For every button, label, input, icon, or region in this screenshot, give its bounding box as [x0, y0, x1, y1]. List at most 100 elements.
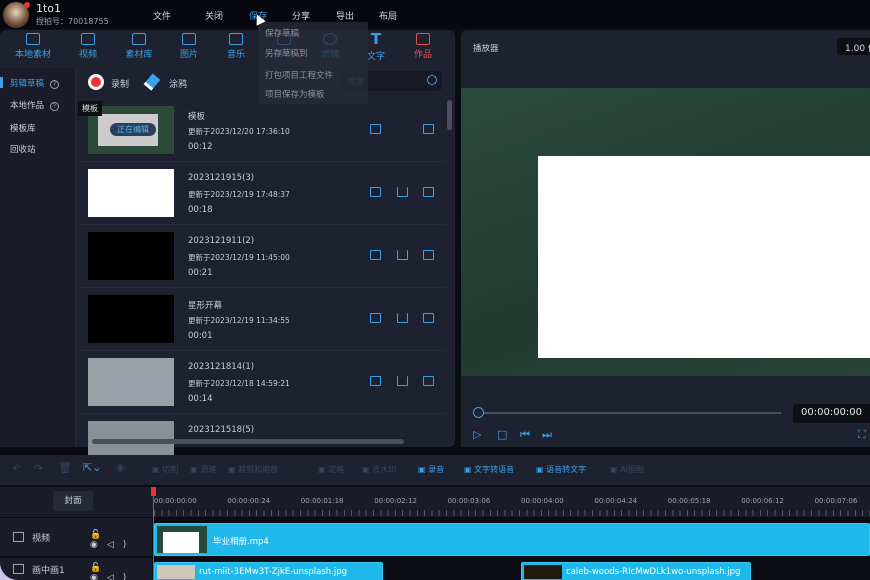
ruler-ticks — [154, 510, 870, 516]
draft-thumbnail[interactable] — [88, 358, 174, 406]
menu-layout[interactable]: 布局 — [379, 9, 397, 22]
folder-icon[interactable] — [423, 376, 434, 386]
fullscreen-icon[interactable]: ⛶ — [858, 428, 866, 442]
prev-frame-icon[interactable]: ⏮ — [520, 428, 530, 442]
tool-local-media[interactable]: 本地素材 — [6, 33, 60, 60]
speed-select[interactable]: 1.00 倍 — [837, 38, 870, 55]
play-icon[interactable]: ▷ — [473, 428, 481, 441]
timeline-tool[interactable]: ▣ 语音转文字 — [536, 464, 586, 475]
timeline-tool[interactable]: ▣ 切割 — [152, 464, 178, 475]
trash-icon[interactable]: 🗑 — [58, 461, 72, 474]
pip-clip[interactable]: rut-miit-3EMw3T-ZjkE-unsplash.jpg — [154, 562, 383, 580]
menu-export[interactable]: 导出 — [336, 9, 354, 22]
preview-frame — [538, 156, 870, 358]
menu-file[interactable]: 文件 — [153, 9, 171, 22]
draft-thumbnail[interactable] — [88, 169, 174, 217]
help-icon[interactable]: ? — [50, 102, 60, 111]
menu-share[interactable]: 分享 — [292, 9, 310, 22]
eye-icon[interactable]: ◉ — [90, 573, 107, 580]
tool-image[interactable]: 图片 — [167, 33, 211, 60]
player-title: 播放器 — [473, 44, 499, 54]
draw-button[interactable]: 涂鸦 — [169, 77, 187, 90]
video-clip[interactable]: 毕业相册.mp4 — [154, 523, 870, 556]
vertical-scrollbar[interactable] — [447, 100, 452, 130]
track-controls[interactable]: 🔓◉◁) — [90, 563, 152, 580]
progress-bar[interactable] — [478, 412, 781, 414]
menu-item-save-template[interactable]: 项目保存为模板 — [265, 88, 325, 100]
search-icon[interactable] — [427, 75, 437, 85]
menu-close[interactable]: 关闭 — [205, 9, 223, 22]
sidebar-item-recycle[interactable]: 回收站 — [10, 143, 36, 155]
cover-button[interactable]: 封面 — [53, 491, 93, 511]
timeline-tool[interactable]: ▣ 调速 — [190, 464, 216, 475]
timeline-tool[interactable]: ▣ 裁剪和缩放 — [228, 464, 278, 475]
playhead[interactable] — [153, 487, 154, 580]
horizontal-scrollbar[interactable] — [92, 439, 404, 444]
lock-icon[interactable]: 🔓 — [90, 563, 110, 573]
next-frame-icon[interactable]: ⏭ — [542, 428, 552, 442]
draft-item[interactable]: 2023121915(3) 更新于2023/12/19 17:48:37 00:… — [77, 163, 447, 225]
draft-item[interactable]: 星形开幕 更新于2023/12/19 11:34:55 00:01 — [77, 289, 447, 351]
menu-item-save-draft[interactable]: 保存草稿 — [265, 27, 299, 39]
tool-video[interactable]: 视频 — [66, 33, 110, 60]
draft-thumbnail[interactable] — [88, 232, 174, 280]
playhead-handle[interactable] — [151, 487, 156, 496]
folder-icon[interactable] — [423, 250, 434, 260]
timeline-tool[interactable]: ▣ 定格 — [318, 464, 344, 475]
sidebar-item-drafts[interactable]: 剪辑草稿? — [10, 77, 60, 89]
tool-library[interactable]: 素材库 — [117, 33, 161, 60]
record-button[interactable]: 录制 — [111, 77, 129, 90]
undo-icon[interactable]: ↶ — [12, 462, 21, 475]
folder-icon[interactable] — [423, 313, 434, 323]
menu-item-save-as[interactable]: 另存草稿到 — [265, 47, 308, 59]
edit-icon[interactable] — [370, 250, 381, 260]
pointer-icon[interactable]: ⇱⌄ — [83, 461, 101, 474]
pip-clip[interactable]: caleb-woods-RIcMwDLk1wo-unsplash.jpg — [521, 562, 751, 580]
edit-icon[interactable] — [370, 124, 381, 134]
redo-icon[interactable]: ↷ — [34, 462, 43, 475]
share-icon[interactable] — [397, 313, 408, 323]
player-controls: 00:00:00:00 ▷ □ ⏮ ⏭ ⛶ — [461, 376, 870, 447]
draft-thumbnail[interactable] — [88, 295, 174, 343]
eye-icon[interactable]: ◉ — [90, 540, 107, 550]
volume-icon[interactable]: ◁) — [107, 573, 135, 580]
notification-dot — [24, 2, 30, 8]
draft-item[interactable]: 正在编辑 模板 更新于2023/12/20 17:36:10 00:12 — [77, 100, 447, 162]
editing-badge: 正在编辑 — [110, 123, 156, 136]
progress-knob[interactable] — [473, 407, 484, 418]
share-icon[interactable] — [397, 250, 408, 260]
draft-item[interactable]: 2023121911(2) 更新于2023/12/19 11:45:00 00:… — [77, 226, 447, 288]
draft-item[interactable]: 2023121814(1) 更新于2023/12/18 14:59:21 00:… — [77, 352, 447, 414]
help-icon[interactable]: ? — [50, 80, 60, 89]
timeline-tool[interactable]: ▣ 录音 — [418, 464, 444, 475]
timeline-tool[interactable]: ▣ 去水印 — [362, 464, 396, 475]
tool-label: 视频 — [78, 50, 97, 60]
menu-item-pack-project[interactable]: 打包项目工程文件 — [265, 69, 333, 81]
folder-icon[interactable] — [423, 187, 434, 197]
folder-icon[interactable] — [423, 124, 434, 134]
ruler-tick-label: 00:00:04:00 — [521, 497, 564, 505]
timeline-ruler[interactable]: 00:00:00:00 00:00:00:24 00:00:01:18 00:00:0… — [0, 487, 870, 517]
share-icon[interactable] — [397, 187, 408, 197]
marker-icon[interactable]: ◈ — [116, 461, 124, 474]
track-controls[interactable]: 🔓◉◁) — [90, 530, 152, 550]
edit-icon[interactable] — [370, 187, 381, 197]
draft-updated: 更新于2023/12/19 11:45:00 — [188, 253, 290, 262]
draft-updated: 更新于2023/12/19 17:48:37 — [188, 190, 290, 199]
text-icon: T — [370, 30, 382, 48]
timeline-tool[interactable]: ▣ 文字转语音 — [464, 464, 514, 475]
tool-music[interactable]: 音乐 — [214, 33, 258, 60]
share-icon[interactable] — [397, 376, 408, 386]
record-icon[interactable] — [88, 74, 104, 90]
film-icon — [13, 532, 24, 542]
stop-icon[interactable]: □ — [497, 428, 507, 441]
sidebar-item-local-works[interactable]: 本地作品? — [10, 99, 60, 111]
draft-title: 2023121814(1) — [188, 362, 255, 372]
sidebar-item-templates[interactable]: 模板库 — [10, 122, 36, 134]
volume-icon[interactable]: ◁) — [107, 540, 135, 550]
edit-icon[interactable] — [370, 376, 381, 386]
tool-works[interactable]: 作品 — [401, 33, 445, 60]
lock-icon[interactable]: 🔓 — [90, 530, 110, 540]
edit-icon[interactable] — [370, 313, 381, 323]
timeline-tool[interactable]: ▣ AI抠图 — [610, 464, 644, 475]
